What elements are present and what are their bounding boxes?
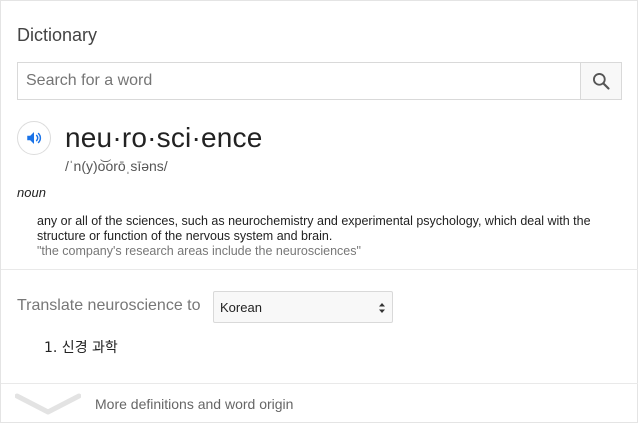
part-of-speech: noun <box>17 185 46 200</box>
example-sentence: "the company's research areas include th… <box>37 244 361 258</box>
dictionary-title: Dictionary <box>17 25 98 45</box>
pronunciation-text: /ˈn(y)o͝orōˌsīəns/ <box>65 158 168 174</box>
search-box <box>17 62 622 100</box>
more-definitions-label: More definitions and word origin <box>95 396 294 412</box>
translation-result: 1. 신경 과학 <box>44 340 118 356</box>
dictionary-card: Dictionary neu·ro·sci·ence /ˈn(y)o͝orōˌs… <box>0 0 638 423</box>
search-icon <box>593 73 610 90</box>
translate-label: Translate neuroscience to <box>17 297 201 314</box>
section-divider <box>1 269 638 270</box>
search-button[interactable] <box>580 63 621 99</box>
language-select[interactable]: Korean <box>213 291 393 323</box>
language-select-value: Korean <box>220 300 262 315</box>
select-arrows-icon <box>379 303 385 313</box>
chevron-down-icon <box>15 393 81 415</box>
headword: neu·ro·sci·ence <box>65 122 263 153</box>
speaker-icon <box>27 132 42 144</box>
definition-text: any or all of the sciences, such as neur… <box>37 214 591 243</box>
search-input[interactable] <box>18 63 582 99</box>
more-definitions-link[interactable]: More definitions and word origin <box>1 384 638 424</box>
pronunciation-audio-button[interactable] <box>17 121 51 155</box>
